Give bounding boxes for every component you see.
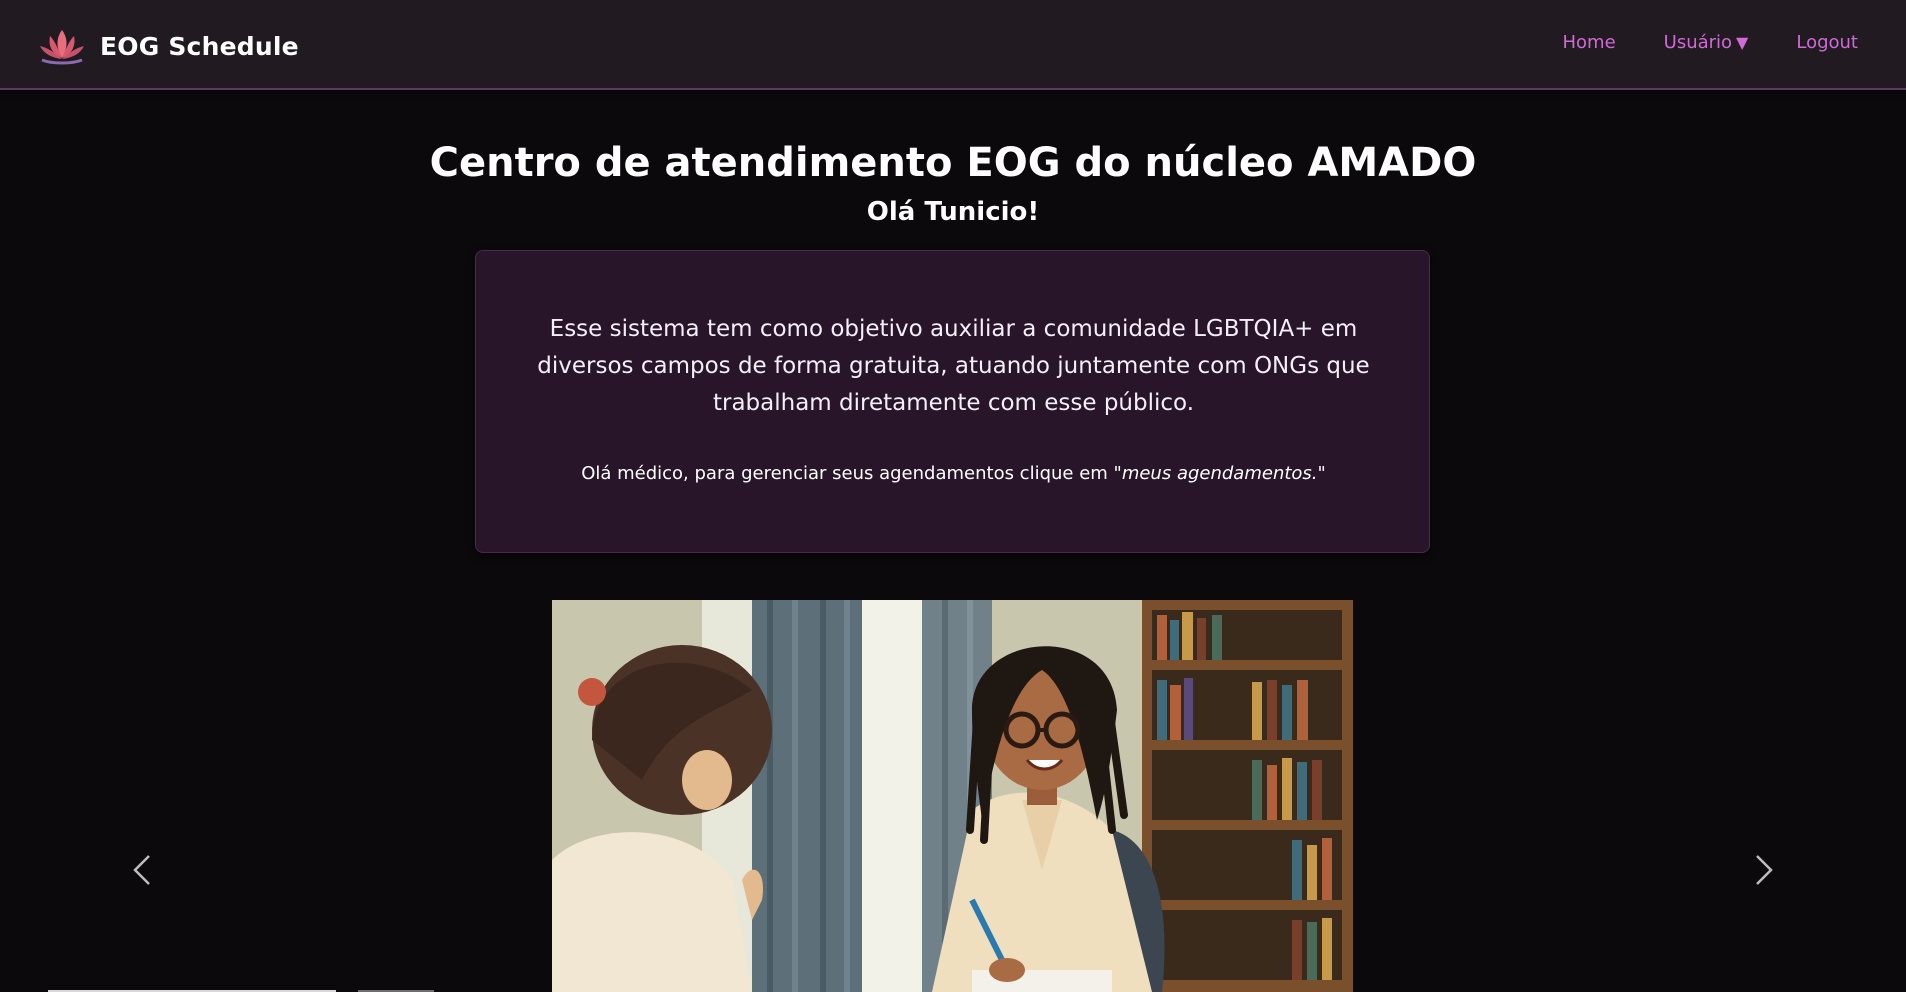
carousel-next-button[interactable] [1743, 850, 1783, 890]
my-appointments-reference: "meus agendamentos." [1113, 463, 1326, 484]
nav-links: Home Usuário ▼ Logout [1562, 32, 1858, 53]
user-greeting: Olá Tunicio! [866, 197, 1040, 227]
chevron-right-icon [1756, 855, 1773, 885]
nav-user-label: Usuário [1663, 32, 1733, 53]
doctor-note-text: Olá médico, para gerenciar seus agendame… [581, 463, 1114, 484]
illustration-consultation [552, 600, 1353, 992]
doctor-note: Olá médico, para gerenciar seus agendame… [506, 463, 1401, 484]
nav-logout-link[interactable]: Logout [1796, 32, 1858, 53]
navbar: EOG Schedule Home Usuário ▼ Logout [0, 0, 1906, 90]
image-carousel [0, 600, 1906, 992]
carousel-slide-image [552, 600, 1353, 992]
nav-user-dropdown[interactable]: Usuário ▼ [1664, 32, 1749, 53]
system-description: Esse sistema tem como objetivo auxiliar … [537, 316, 1370, 416]
info-card: Esse sistema tem como objetivo auxiliar … [475, 250, 1430, 553]
nav-home-link[interactable]: Home [1562, 32, 1615, 53]
carousel-prev-button[interactable] [123, 850, 163, 890]
page-title: Centro de atendimento EOG do núcleo AMAD… [429, 140, 1477, 186]
caret-down-icon: ▼ [1736, 33, 1749, 52]
brand[interactable]: EOG Schedule [36, 26, 299, 66]
lotus-icon [40, 30, 84, 65]
brand-name: EOG Schedule [100, 31, 299, 61]
chevron-left-icon [133, 855, 150, 885]
